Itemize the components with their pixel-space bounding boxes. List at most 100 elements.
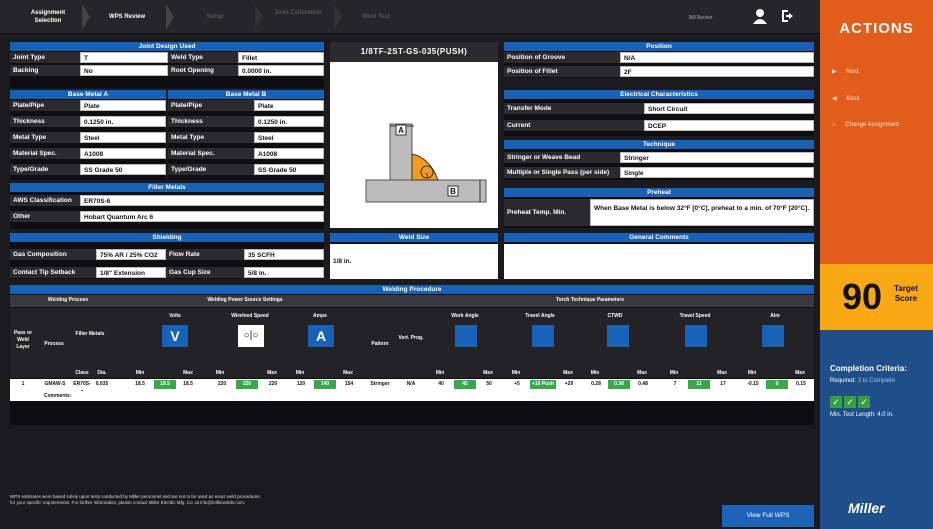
procedure-cell: N/A — [406, 381, 416, 387]
step-assignment-selection[interactable]: Assignment Selection — [18, 6, 78, 28]
user-name: Bill Becker — [689, 15, 713, 21]
procedure-cell: Stringer — [370, 381, 390, 387]
next-action[interactable]: ▶ Next — [832, 68, 859, 75]
aws-class-label: AWS Classification — [10, 195, 80, 206]
fillet-position-label: Position of Fillet — [504, 66, 620, 77]
technique-panel: Technique Stringer or Weave Bead Stringer… — [504, 140, 814, 180]
change-assignment-action[interactable]: ⌂ Change Assignment — [832, 122, 899, 128]
aim-min-label: Min — [747, 370, 757, 376]
actions-title: ACTIONS — [839, 20, 914, 37]
field-value: 0.1250 in. — [254, 116, 324, 127]
completion-checks: ✓ ✓ ✓ — [830, 392, 872, 410]
amps-icon: A — [308, 325, 334, 347]
completion-criteria-box: Completion Criteria: Required: 3 to Comp… — [820, 330, 933, 529]
weld-number-label: 1 — [425, 173, 429, 180]
chevron-icon — [255, 4, 263, 30]
general-comments-box — [504, 244, 814, 279]
target-score-value: 90 — [842, 276, 883, 317]
groove-position-label: Position of Groove — [504, 52, 620, 63]
torch-technique-heading: Torch Technique Parameters — [555, 297, 625, 303]
general-comments-panel: General Comments — [504, 233, 814, 279]
wps-code-title: 1/8TF-2ST-GS-035(PUSH) — [330, 42, 498, 62]
general-comments-header: General Comments — [504, 233, 814, 242]
volts-max-label: Max — [183, 370, 193, 376]
procedure-cell: 50 — [486, 381, 492, 387]
procedure-cell: 0 — [766, 380, 788, 389]
volts-heading: Volts — [169, 313, 181, 319]
class-heading: Class — [75, 370, 89, 376]
base-metal-a-header: Base Metal A — [10, 90, 166, 99]
gas-cup-value: 5/8 in. — [244, 267, 324, 278]
groove-position-value: N/A — [620, 52, 814, 63]
target-score-label: Target Score — [894, 284, 918, 303]
procedure-cell: 17 — [720, 381, 726, 387]
travel-angle-heading: Travel Angle — [525, 313, 555, 319]
travel-max-label: Max — [563, 370, 573, 376]
gas-composition-value: 75% AR / 25% CO2 — [96, 249, 166, 260]
procedure-cell: GMAW-S — [44, 381, 66, 387]
base-metal-b-header: Base Metal B — [168, 90, 324, 99]
travel-min-label: Min — [511, 370, 521, 376]
step-wps-review[interactable]: WPS Review — [92, 6, 162, 28]
base-metal-a-panel: Base Metal A Plate/Pipe Plate Thickness 0.… — [10, 90, 166, 180]
welding-procedure-header: Welding Procedure — [10, 285, 814, 294]
position-panel: Position Position of Groove N/A Position … — [504, 42, 814, 78]
contact-tip-value: 1/8" Extension — [96, 267, 166, 278]
field-value: 0.1250 in. — [80, 116, 166, 127]
process-heading: Process — [44, 341, 64, 347]
user-icon[interactable] — [752, 8, 768, 24]
logout-icon[interactable] — [780, 8, 796, 24]
travel-speed-icon — [685, 325, 707, 347]
field-label: Plate/Pipe — [168, 100, 254, 111]
flow-rate-value: 35 SCFH — [244, 249, 324, 260]
joint-design-header: Joint Design Used — [10, 42, 324, 51]
procedure-cell: 0.15 — [796, 381, 806, 387]
fillet-position-value: 2F — [620, 66, 814, 77]
ctwd-icon — [607, 325, 629, 347]
back-action[interactable]: ◀ Back — [832, 95, 860, 102]
vert-prog-heading: Vert. Prog. — [398, 335, 424, 341]
electrical-panel: Electrical Characteristics Transfer Mode… — [504, 90, 814, 136]
tspeed-max-label: Max — [717, 370, 727, 376]
preheat-panel: Preheat Preheat Temp. Min. When Base Met… — [504, 188, 814, 228]
amps-min-label: Min — [295, 370, 305, 376]
procedure-cell: +5 — [514, 381, 520, 387]
ctwd-max-label: Max — [637, 370, 647, 376]
technique-header: Technique — [504, 140, 814, 149]
other-filler-label: Other — [10, 211, 80, 222]
procedure-cell: 220 — [217, 381, 227, 387]
preheat-value: When Base Metal is below 32°F [0°C], pre… — [590, 199, 814, 226]
procedure-cell: 0.28 — [591, 381, 601, 387]
joint-diagram — [365, 123, 487, 203]
field-label: Thickness — [10, 116, 80, 127]
transfer-mode-value: Short Circuit — [644, 103, 814, 114]
field-value: Steel — [254, 132, 324, 143]
work-angle-heading: Work Angle — [451, 313, 479, 319]
field-value: A1008 — [254, 148, 324, 159]
dimension-b-label: B — [450, 187, 456, 196]
dia-heading: Dia. — [97, 370, 107, 376]
pass-heading: Pass or Weld Layer — [13, 330, 33, 350]
dimension-a-label: A — [398, 126, 404, 135]
view-full-wps-button[interactable]: View Full WPS — [722, 505, 814, 527]
backing-label: Backing — [10, 65, 80, 76]
field-value: Plate — [80, 100, 166, 111]
joint-diagram-panel: 1/8TF-2ST-GS-035(PUSH) A B 1 — [330, 42, 498, 228]
amps-heading: Amps — [313, 313, 327, 319]
work-min-label: Min — [435, 370, 445, 376]
preheat-label: Preheat Temp. Min. — [504, 199, 590, 226]
shielding-panel: Shielding Gas Composition 75% AR / 25% CO… — [10, 233, 324, 279]
field-label: Material Spec. — [10, 148, 80, 159]
procedure-cell: 0.48 — [638, 381, 648, 387]
procedure-cell: 154 — [344, 381, 354, 387]
contact-tip-label: Contact Tip Setback — [10, 267, 96, 278]
procedure-cell: 140 — [314, 380, 336, 389]
wfs-min-label: Min — [215, 370, 225, 376]
field-label: Type/Grade — [10, 164, 80, 175]
volts-min-label: Min — [135, 370, 145, 376]
welding-process-heading: Welding Process — [47, 297, 89, 303]
required-text: Required: 3 to Complete — [830, 378, 896, 384]
travel-speed-heading: Travel Speed — [679, 313, 711, 319]
check-icon: ✓ — [844, 396, 856, 408]
root-opening-label: Root Opening — [168, 65, 238, 76]
